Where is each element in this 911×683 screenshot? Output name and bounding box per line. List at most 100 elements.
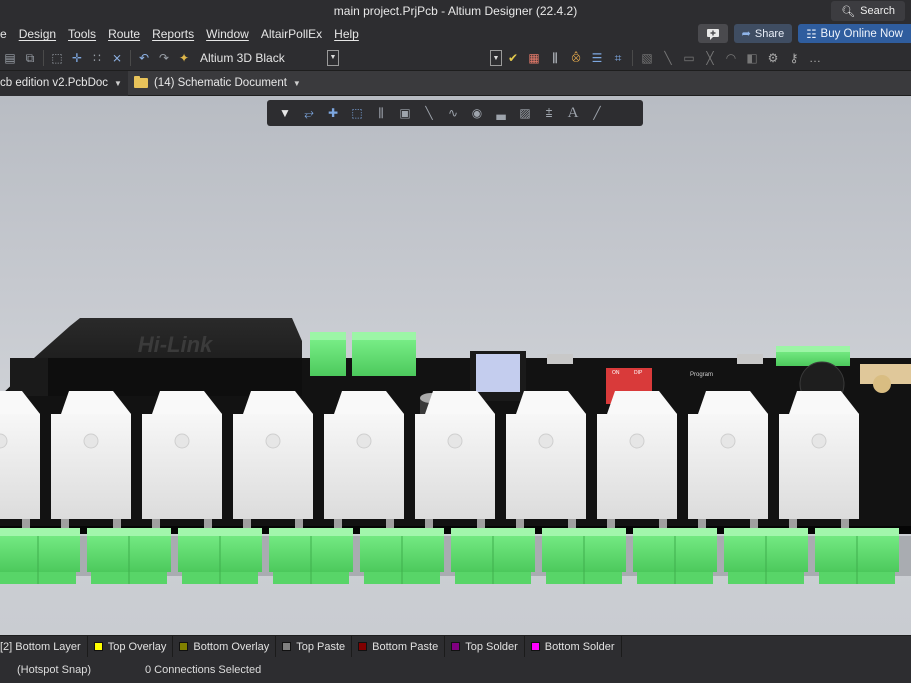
view-config-select[interactable]: Altium 3D Black ▼ [194,48,339,68]
tab-pcb-doc[interactable]: cb edition v2.PcbDoc ▼ [0,70,128,96]
via-icon[interactable]: ╳ [700,48,720,68]
chevron-down-icon[interactable]: ▼ [293,79,301,88]
relay [51,391,131,529]
layer-color-swatch [93,642,103,651]
key-icon[interactable]: ⚷ [784,48,804,68]
black-connector [10,358,48,396]
select-points-icon[interactable]: ∷ [87,48,107,68]
menu-altairpollex[interactable]: AltairPollEx [255,27,328,41]
terminal-block [724,528,808,584]
layer-tab-bottom-overlay[interactable]: Bottom Overlay [173,636,277,657]
gear-icon[interactable]: ⚙ [763,48,783,68]
align-icon[interactable]: ⫼ [545,48,565,68]
layer-tab-label: Top Solder [465,640,518,653]
view-config-value: Altium 3D Black [200,51,285,65]
hilink-module: Hi-Link [34,318,302,396]
dropdown-icon[interactable]: ▼ [490,50,502,66]
top-right-terminal [776,346,850,366]
keepout-icon[interactable]: ⩲ [539,103,559,123]
text-icon[interactable]: A [563,103,583,123]
title-bar: main project.PrjPcb - Altium Designer (2… [0,0,911,22]
layer-tab-label: [2] Bottom Layer [0,640,81,653]
hatch-icon[interactable]: ▧ [637,48,657,68]
pad-icon[interactable]: ▭ [679,48,699,68]
layer-tab-bottom-paste[interactable]: Bottom Paste [352,636,446,657]
select-rect-icon[interactable]: ⬚ [347,103,367,123]
layer-tab-bottom-layer[interactable]: [2] Bottom Layer [0,636,88,657]
fill-icon[interactable]: ▃ [491,103,511,123]
snap-status: (Hotspot Snap) [17,664,91,676]
route-icon[interactable]: ⨶ [566,48,586,68]
terminal-block [87,528,171,584]
relay-row [0,391,859,529]
pin-icon[interactable]: ◉ [467,103,487,123]
relay [233,391,313,529]
menu-design[interactable]: Design [13,27,62,41]
menu-tools[interactable]: Tools [62,27,102,41]
layer-stack-icon[interactable]: ☰ [587,48,607,68]
document-tabs: cb edition v2.PcbDoc ▼ (14) Schematic Do… [0,70,911,96]
buy-online-button[interactable]: ☷ Buy Online Now [798,24,911,43]
align-icon[interactable]: ⫼ [371,103,391,123]
layer-tab-top-overlay[interactable]: Top Overlay [88,636,174,657]
undo-icon[interactable]: ↶ [134,48,154,68]
layer-tab-label: Bottom Solder [544,640,615,653]
component-icon[interactable]: ▣ [395,103,415,123]
chart-check-icon[interactable]: ✔ [503,48,523,68]
search-icon: 🔍︎ [841,5,856,18]
crosshair-icon[interactable]: ✚ [323,103,343,123]
chevron-down-icon[interactable]: ▼ [114,79,122,88]
altium-window: main project.PrjPcb - Altium Designer (2… [0,0,911,683]
clear-filter-icon[interactable]: ⨯ [107,48,127,68]
more-icon[interactable]: … [805,48,825,68]
folder-icon [133,76,148,88]
share-button[interactable]: ➦ Share [733,24,793,43]
menu-window[interactable]: Window [200,27,255,41]
layer-tab-label: Bottom Paste [372,640,439,653]
tune-length-icon[interactable]: ∿ [443,103,463,123]
select-rect-icon[interactable]: ⬚ [47,48,67,68]
notifications-button[interactable] [697,24,728,43]
curve-icon[interactable]: ╲ [658,48,678,68]
relay [142,391,222,529]
arc-icon[interactable]: ◠ [721,48,741,68]
fill-icon[interactable]: ◧ [742,48,762,68]
dip-dip-label: DIP [634,370,643,376]
filter-icon[interactable]: ▼ [275,103,295,123]
pcb-3d-viewport[interactable]: Hi-Link ON DIP Program ▼ ⥂ ✚ ⬚ ⫼ ▣ ╲ ∿ ◉… [0,96,911,635]
wand-icon[interactable]: ✦ [174,48,194,68]
relay [415,391,495,529]
grid-icon[interactable]: ⌗ [608,48,628,68]
layer-tabs: [2] Bottom Layer Top Overlay Bottom Over… [0,635,911,657]
tab-schematic-doc-label: (14) Schematic Document [153,77,287,89]
polygon-icon[interactable]: ▨ [515,103,535,123]
layer-color-swatch [451,642,461,651]
terminal-block [178,528,262,584]
menu-reports[interactable]: Reports [146,27,200,41]
layer-tab-top-solder[interactable]: Top Solder [445,636,525,657]
floating-active-bar: ▼ ⥂ ✚ ⬚ ⫼ ▣ ╲ ∿ ◉ ▃ ▨ ⩲ A ╱ [267,100,643,126]
toolbar-divider [130,50,131,66]
paste-icon[interactable]: ▤ [0,48,20,68]
layer-tab-bottom-solder[interactable]: Bottom Solder [525,636,622,657]
tab-pcb-doc-label: cb edition v2.PcbDoc [0,77,109,89]
layer-tab-top-paste[interactable]: Top Paste [276,636,353,657]
hilink-label: Hi-Link [138,332,214,357]
tab-schematic-doc[interactable]: (14) Schematic Document ▼ [128,71,307,96]
copy-icon[interactable]: ⧉ [20,48,40,68]
menu-file-partial[interactable]: e [0,27,13,41]
relay [597,391,677,529]
share-label: Share [754,27,785,40]
search-button[interactable]: 🔍︎ Search [831,1,905,21]
terminal-block [0,528,80,584]
chevron-down-icon: ▼ [327,49,339,66]
move-icon[interactable]: ✛ [67,48,87,68]
menu-help[interactable]: Help [328,27,365,41]
redo-icon[interactable]: ↷ [154,48,174,68]
terminal-block [451,528,535,584]
route-selection-icon[interactable]: ⥂ [299,103,319,123]
menu-route[interactable]: Route [102,27,146,41]
line-icon[interactable]: ╱ [587,103,607,123]
place-component-icon[interactable]: ▦ [524,48,544,68]
interactive-route-icon[interactable]: ╲ [419,103,439,123]
